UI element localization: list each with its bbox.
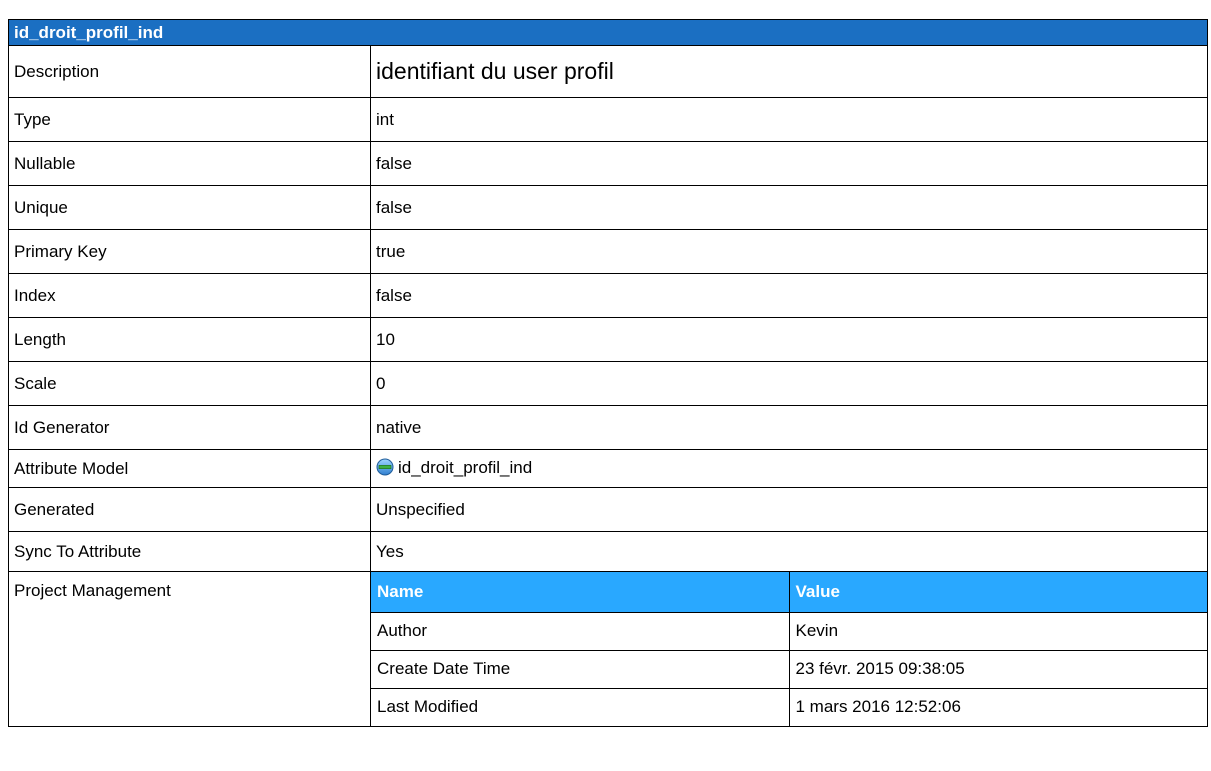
pm-cell-name: Author: [371, 611, 790, 651]
table-row: Primary Key true: [8, 229, 1209, 274]
table-row: Scale 0: [8, 361, 1209, 406]
row-label: Attribute Model: [8, 449, 371, 488]
row-label: Scale: [8, 361, 371, 406]
row-label: Unique: [8, 185, 371, 230]
pm-cell-name: Last Modified: [371, 687, 790, 726]
pm-cell-name: Create Date Time: [371, 649, 790, 689]
pm-header-row: Name Value: [371, 572, 1208, 613]
row-value: false: [369, 185, 1209, 230]
table-row: Type int: [8, 97, 1209, 142]
table-row: Project Management Name Value Author Kev…: [8, 571, 1209, 727]
pm-cell-value: Kevin: [788, 611, 1208, 651]
row-label: Description: [8, 45, 371, 98]
row-value[interactable]: id_droit_profil_ind: [369, 449, 1209, 488]
row-value: int: [369, 97, 1209, 142]
row-label: Primary Key: [8, 229, 371, 274]
table-row: Nullable false: [8, 141, 1209, 186]
row-label: Type: [8, 97, 371, 142]
row-label: Id Generator: [8, 405, 371, 450]
row-value: Yes: [369, 531, 1209, 572]
attribute-model-link[interactable]: id_droit_profil_ind: [398, 458, 532, 477]
row-value: identifiant du user profil: [369, 45, 1209, 98]
row-value: native: [369, 405, 1209, 450]
table-row: Index false: [8, 273, 1209, 318]
property-table: id_droit_profil_ind Description identifi…: [7, 19, 1209, 727]
row-label: Length: [8, 317, 371, 362]
table-row: Sync To Attribute Yes: [8, 531, 1209, 572]
table-row: Attribute Model id_droit_profil_ind: [8, 449, 1209, 488]
attribute-model-icon: [376, 458, 394, 476]
table-row: Description identifiant du user profil: [8, 45, 1209, 98]
row-value: 0: [369, 361, 1209, 406]
row-label: Generated: [8, 487, 371, 532]
row-label: Sync To Attribute: [8, 531, 371, 572]
pm-cell-value: 1 mars 2016 12:52:06: [788, 687, 1208, 726]
pm-cell-value: 23 févr. 2015 09:38:05: [788, 649, 1208, 689]
project-management-cell: Name Value Author Kevin Create Date Time…: [369, 571, 1209, 727]
table-row: Unique false: [8, 185, 1209, 230]
table-row: Generated Unspecified: [8, 487, 1209, 532]
row-value: true: [369, 229, 1209, 274]
row-label: Project Management: [8, 571, 371, 727]
pm-header-name: Name: [371, 572, 790, 613]
table-row: Length 10: [8, 317, 1209, 362]
table-row: Id Generator native: [8, 405, 1209, 450]
row-value: Unspecified: [369, 487, 1209, 532]
row-label: Nullable: [8, 141, 371, 186]
pm-header-value: Value: [788, 572, 1208, 613]
title-row: id_droit_profil_ind: [7, 19, 1209, 46]
pm-row: Last Modified 1 mars 2016 12:52:06: [371, 687, 1208, 726]
row-value: 10: [369, 317, 1209, 362]
row-value: false: [369, 141, 1209, 186]
row-label: Index: [8, 273, 371, 318]
table-title: id_droit_profil_ind: [7, 19, 1209, 46]
pm-row: Create Date Time 23 févr. 2015 09:38:05: [371, 649, 1208, 689]
row-value: false: [369, 273, 1209, 318]
pm-row: Author Kevin: [371, 611, 1208, 651]
project-management-table: Name Value Author Kevin Create Date Time…: [371, 572, 1208, 726]
